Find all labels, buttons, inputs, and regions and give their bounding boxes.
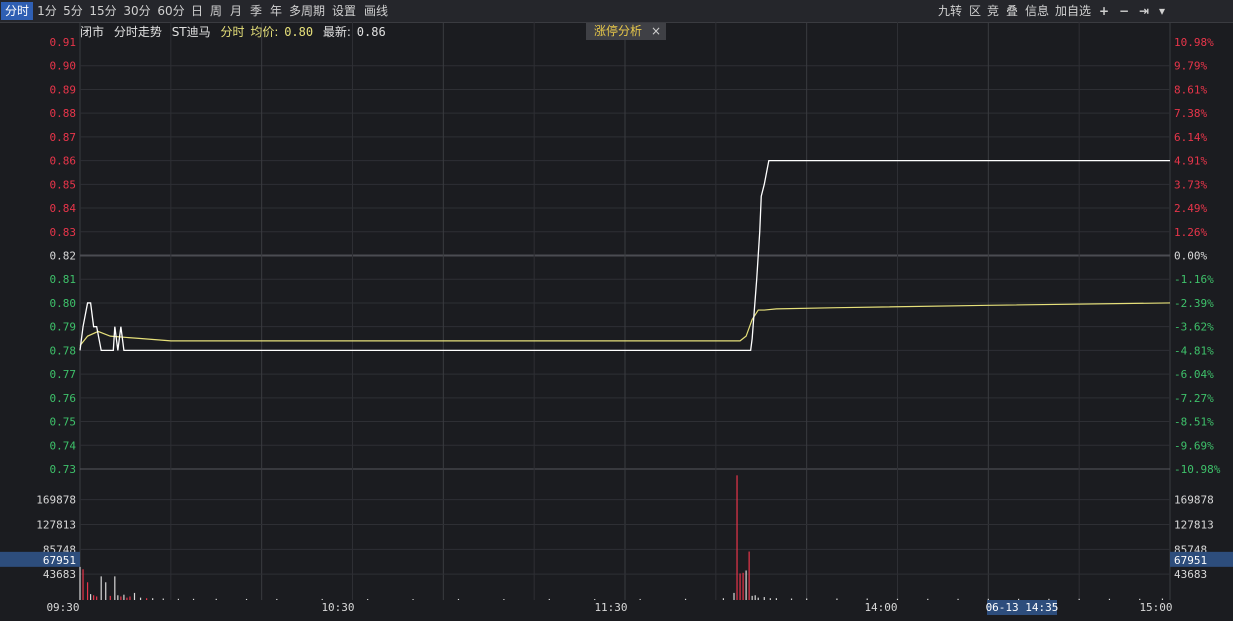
close-icon[interactable]: × bbox=[651, 23, 661, 40]
add-watchlist-button[interactable]: 加自选 bbox=[1053, 2, 1093, 20]
period-tab-10[interactable]: 年 bbox=[267, 2, 285, 20]
time-tick-label: 14:00 bbox=[864, 601, 897, 614]
period-tab-8[interactable]: 月 bbox=[227, 2, 245, 20]
period-tab-6[interactable]: 日 bbox=[189, 2, 205, 20]
price-tick-label: 0.83 bbox=[50, 226, 77, 239]
time-tick-label: 15:00 bbox=[1139, 601, 1172, 614]
price-tick-label: 0.80 bbox=[50, 297, 77, 310]
price-tick-label: 0.76 bbox=[50, 392, 77, 405]
volume-tick-label: 169878 bbox=[36, 494, 76, 507]
info-bar: 闭市 分时走势 ST迪马 分时 均价: 0.80 最新: 0.86 bbox=[80, 24, 392, 40]
overlay-button[interactable]: 叠 bbox=[1003, 2, 1021, 20]
analysis-tab-label: 涨停分析 bbox=[594, 24, 643, 38]
pct-tick-label: -9.69% bbox=[1174, 439, 1214, 452]
price-tick-label: 0.81 bbox=[50, 273, 77, 286]
volume-tick-label-right: 43683 bbox=[1174, 568, 1207, 581]
goto-end-icon[interactable]: ⇥ bbox=[1135, 2, 1153, 20]
pct-tick-label: -6.04% bbox=[1174, 368, 1214, 381]
price-tick-label: 0.89 bbox=[50, 83, 77, 96]
volume-tick-label-right: 169878 bbox=[1174, 494, 1214, 507]
pct-tick-label: 9.79% bbox=[1174, 60, 1207, 73]
pct-tick-label: 7.38% bbox=[1174, 107, 1207, 120]
price-tick-label: 0.73 bbox=[50, 463, 77, 476]
price-tick-label: 0.84 bbox=[50, 202, 77, 215]
pct-tick-label: -4.81% bbox=[1174, 344, 1214, 357]
pct-tick-label: -7.27% bbox=[1174, 392, 1214, 405]
pct-tick-label: -3.62% bbox=[1174, 321, 1214, 334]
pct-tick-label: -10.98% bbox=[1174, 463, 1221, 476]
toolbar: 分时 1分 5分 15分 30分 60分日周月季年多周期 设置 画线 九转区竞叠信息 加自选 + − ⇥… bbox=[0, 0, 1233, 23]
period-tab-9[interactable]: 季 bbox=[247, 2, 265, 20]
price-tick-label: 0.90 bbox=[50, 60, 77, 73]
price-tick-label: 0.74 bbox=[50, 439, 77, 452]
price-tick-label: 0.85 bbox=[50, 178, 77, 191]
pct-tick-label: 1.26% bbox=[1174, 226, 1207, 239]
time-tick-label: 09:30 bbox=[46, 601, 79, 614]
avg-label: 均价: bbox=[250, 25, 279, 39]
period-tab-4[interactable]: 30分 bbox=[121, 2, 153, 20]
auction-button[interactable]: 竞 bbox=[985, 2, 1001, 20]
zoom-out-icon[interactable]: − bbox=[1115, 2, 1133, 20]
period-tab-5[interactable]: 60分 bbox=[155, 2, 187, 20]
pct-tick-label: 8.61% bbox=[1174, 83, 1207, 96]
pct-tick-label: 10.98% bbox=[1174, 36, 1214, 49]
pct-tick-label: 6.14% bbox=[1174, 131, 1207, 144]
period-tab-0[interactable]: 分时 bbox=[1, 2, 33, 20]
price-tick-label: 0.82 bbox=[50, 250, 77, 263]
period-tab-1[interactable]: 1分 bbox=[35, 2, 59, 20]
period-tab-2[interactable]: 5分 bbox=[61, 2, 85, 20]
nine-turn-button[interactable]: 九转 bbox=[935, 2, 965, 20]
pct-tick-label: 3.73% bbox=[1174, 178, 1207, 191]
volume-tick-label-right: 127813 bbox=[1174, 518, 1214, 531]
market-status: 闭市 bbox=[80, 25, 105, 39]
pct-tick-label: 4.91% bbox=[1174, 155, 1207, 168]
info-button[interactable]: 信息 bbox=[1023, 2, 1051, 20]
sub-mode: 分时 bbox=[220, 25, 245, 39]
time-tick-label: 11:30 bbox=[594, 601, 627, 614]
pct-tick-label: -2.39% bbox=[1174, 297, 1214, 310]
price-tick-label: 0.77 bbox=[50, 368, 77, 381]
time-tick-label: 10:30 bbox=[321, 601, 354, 614]
chart-mode: 分时走势 bbox=[113, 25, 162, 39]
price-tick-label: 0.78 bbox=[50, 344, 77, 357]
price-tick-label: 0.86 bbox=[50, 155, 77, 168]
cursor-time-label: 06-13 14:35 bbox=[986, 601, 1059, 614]
price-tick-label: 0.79 bbox=[50, 321, 77, 334]
avg-value: 0.80 bbox=[284, 25, 314, 39]
price-tick-label: 0.75 bbox=[50, 416, 77, 429]
volume-cursor-value-left: 67951 bbox=[43, 554, 76, 567]
dropdown-icon[interactable]: ▾ bbox=[1155, 2, 1169, 20]
price-tick-label: 0.91 bbox=[50, 36, 77, 49]
last-value: 0.86 bbox=[356, 25, 386, 39]
price-tick-label: 0.87 bbox=[50, 131, 77, 144]
limit-up-analysis-tab[interactable]: 涨停分析 × bbox=[586, 23, 666, 40]
last-label: 最新: bbox=[322, 25, 351, 39]
period-tab-7[interactable]: 周 bbox=[207, 2, 225, 20]
period-tab-12[interactable]: 设置 bbox=[329, 2, 359, 20]
zone-button[interactable]: 区 bbox=[967, 2, 983, 20]
pct-tick-label: 0.00% bbox=[1174, 250, 1207, 263]
volume-tick-label: 43683 bbox=[43, 568, 76, 581]
intraday-chart: 0.91 10.98% 0.90 9.79% 0.89 8.61% 0.88 7.38% 0.8… bbox=[0, 22, 1233, 615]
pct-tick-label: 2.49% bbox=[1174, 202, 1207, 215]
period-tab-3[interactable]: 15分 bbox=[87, 2, 119, 20]
stock-name: ST迪马 bbox=[171, 25, 211, 39]
period-tab-13[interactable]: 画线 bbox=[361, 2, 391, 20]
volume-tick-label: 127813 bbox=[36, 518, 76, 531]
period-tab-11[interactable]: 多周期 bbox=[287, 2, 327, 20]
zoom-in-icon[interactable]: + bbox=[1095, 2, 1113, 20]
pct-tick-label: -8.51% bbox=[1174, 416, 1214, 429]
price-tick-label: 0.88 bbox=[50, 107, 77, 120]
pct-tick-label: -1.16% bbox=[1174, 273, 1214, 286]
volume-cursor-value-right: 67951 bbox=[1174, 554, 1207, 567]
